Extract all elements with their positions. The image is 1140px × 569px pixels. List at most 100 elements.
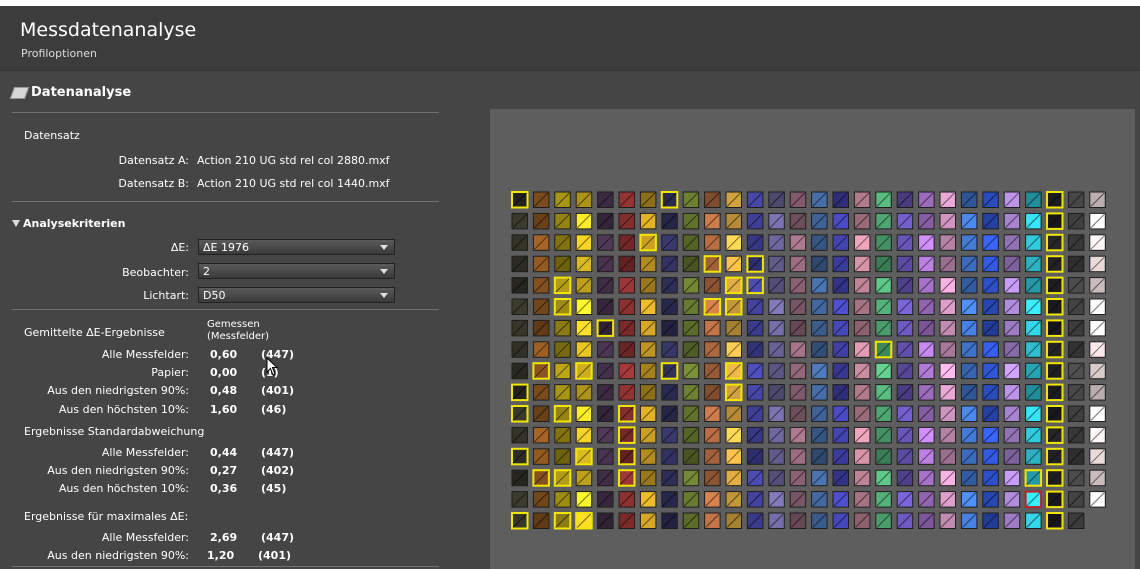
color-patch[interactable] [768, 384, 785, 401]
color-patch[interactable] [725, 212, 742, 230]
color-patch[interactable] [768, 234, 785, 251]
color-patch[interactable] [682, 191, 700, 208]
color-patch[interactable] [746, 341, 764, 358]
color-patch[interactable] [918, 448, 935, 465]
color-patch[interactable] [597, 512, 614, 529]
color-patch[interactable] [789, 255, 807, 273]
color-patch[interactable] [618, 362, 635, 380]
color-patch[interactable] [789, 319, 807, 337]
color-patch[interactable] [661, 255, 678, 273]
color-patch[interactable] [639, 512, 657, 529]
color-patch[interactable] [832, 298, 849, 315]
color-patch[interactable] [875, 234, 892, 251]
color-patch[interactable] [1067, 191, 1085, 208]
color-patch[interactable] [532, 234, 550, 251]
color-patch[interactable] [960, 191, 978, 208]
color-patch[interactable] [554, 491, 571, 508]
color-patch[interactable] [789, 234, 807, 251]
color-patch[interactable] [939, 469, 956, 487]
color-patch[interactable] [768, 448, 785, 465]
color-patch[interactable] [639, 277, 657, 294]
color-patch[interactable] [532, 405, 550, 422]
color-patch[interactable] [939, 212, 956, 230]
color-patch[interactable] [1025, 362, 1042, 380]
color-patch[interactable] [661, 491, 678, 508]
color-patch[interactable] [511, 277, 528, 294]
color-patch[interactable] [1067, 298, 1085, 315]
color-patch[interactable] [896, 384, 914, 401]
color-patch[interactable] [639, 319, 657, 337]
color-patch[interactable] [1067, 341, 1085, 358]
color-patch[interactable] [768, 405, 785, 422]
color-patch[interactable] [1046, 426, 1064, 444]
color-patch[interactable] [853, 255, 871, 273]
color-patch[interactable] [918, 469, 935, 487]
color-patch[interactable] [939, 319, 956, 337]
color-patch[interactable] [597, 191, 614, 208]
color-patch[interactable] [939, 191, 956, 208]
color-patch[interactable] [554, 212, 571, 230]
color-patch[interactable] [511, 447, 529, 466]
color-patch[interactable] [532, 384, 550, 401]
color-patch[interactable] [532, 426, 550, 444]
color-patch[interactable] [1025, 448, 1042, 465]
color-patch[interactable] [575, 212, 593, 230]
color-patch[interactable] [789, 384, 807, 401]
color-patch[interactable] [811, 448, 828, 465]
color-patch[interactable] [875, 469, 892, 487]
color-patch[interactable] [682, 234, 700, 251]
color-patch[interactable] [853, 491, 871, 508]
color-patch[interactable] [746, 212, 764, 230]
color-patch[interactable] [618, 405, 636, 423]
color-patch[interactable] [1046, 447, 1064, 466]
color-patch[interactable] [553, 405, 572, 423]
color-patch[interactable] [1046, 212, 1064, 230]
color-patch[interactable] [939, 405, 956, 422]
color-patch[interactable] [597, 491, 614, 508]
color-patch[interactable] [832, 405, 849, 422]
color-patch[interactable] [939, 491, 956, 508]
color-patch[interactable] [639, 469, 657, 487]
color-patch[interactable] [554, 255, 571, 273]
color-patch[interactable] [575, 255, 593, 273]
color-patch[interactable] [811, 191, 828, 208]
color-patch[interactable] [1067, 512, 1085, 529]
color-patch[interactable] [1067, 212, 1085, 230]
color-patch[interactable] [682, 448, 700, 465]
color-patch[interactable] [532, 341, 550, 358]
color-patch[interactable] [768, 362, 785, 380]
color-patch[interactable] [746, 276, 764, 295]
color-patch[interactable] [853, 212, 871, 230]
color-patch[interactable] [639, 212, 657, 230]
color-patch[interactable] [1067, 448, 1085, 465]
color-patch[interactable] [896, 341, 914, 358]
color-patch[interactable] [682, 426, 700, 444]
color-patch[interactable] [511, 426, 528, 444]
color-patch[interactable] [918, 191, 935, 208]
color-patch[interactable] [660, 362, 679, 380]
color-patch[interactable] [832, 426, 849, 444]
color-patch[interactable] [853, 448, 871, 465]
color-patch[interactable] [1067, 277, 1085, 294]
color-patch[interactable] [811, 234, 828, 251]
color-patch[interactable] [532, 469, 550, 487]
color-patch[interactable] [1003, 512, 1021, 529]
color-patch[interactable] [575, 298, 593, 315]
color-patch[interactable] [1046, 319, 1064, 337]
color-patch[interactable] [639, 405, 657, 422]
color-patch[interactable] [746, 319, 764, 337]
color-patch[interactable] [1089, 234, 1106, 251]
color-patch[interactable] [725, 491, 742, 508]
color-patch[interactable] [1067, 234, 1085, 251]
color-patch[interactable] [532, 255, 550, 273]
color-patch[interactable] [725, 405, 742, 422]
color-patch[interactable] [918, 362, 935, 380]
color-patch[interactable] [597, 362, 614, 380]
color-patch[interactable] [725, 276, 743, 295]
color-patch[interactable] [982, 341, 999, 358]
color-patch[interactable] [875, 191, 892, 208]
color-patch[interactable] [639, 298, 657, 315]
color-patch[interactable] [918, 319, 935, 337]
color-patch[interactable] [725, 512, 742, 529]
color-patch[interactable] [875, 362, 892, 380]
